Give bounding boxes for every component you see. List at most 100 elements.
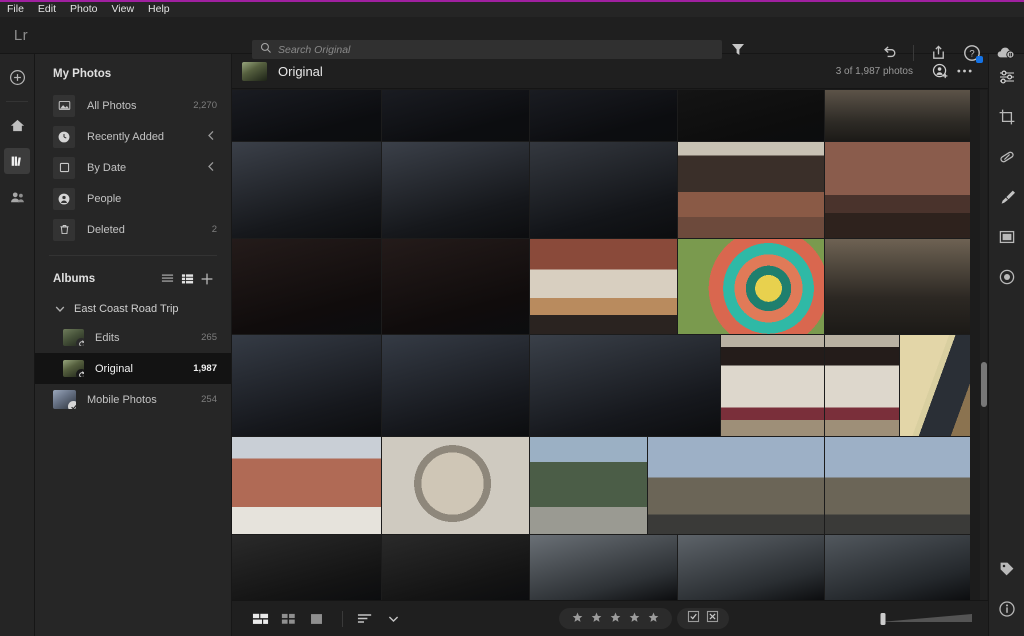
photo-cell[interactable] [825,335,899,436]
photo-cell[interactable] [530,535,677,600]
star-rating-1[interactable] [572,610,583,628]
scrollbar-thumb[interactable] [981,362,987,407]
photo-thumbnail-street-evening-people-2 [382,335,529,436]
album-count: 265 [201,332,217,343]
star-rating-4[interactable] [629,610,640,628]
sidebar-album-original[interactable]: Original 1,987 [35,353,231,384]
photo-thumbnail-street-evening-wide [530,335,720,436]
deleted-count: 2 [211,224,217,235]
undo-icon[interactable] [879,43,899,63]
photo-cell[interactable] [678,142,824,238]
flag-pick-icon[interactable] [687,610,700,628]
photo-cell[interactable] [382,142,529,238]
sidebar-item-all-photos[interactable]: All Photos 2,270 [35,90,231,121]
sidebar-item-recently-added[interactable]: Recently Added [35,121,231,152]
photo-cell[interactable] [678,239,824,334]
photo-cell[interactable] [530,437,647,534]
flag-reject-icon[interactable] [706,610,719,628]
photo-cell[interactable] [678,90,824,141]
album-label: Mobile Photos [87,393,157,406]
sidebar-item-deleted[interactable]: Deleted 2 [35,214,231,245]
photo-cell[interactable] [825,437,970,534]
photo-cell[interactable] [382,90,529,141]
share-icon[interactable] [928,43,948,63]
add-photos-icon[interactable] [4,64,30,90]
star-rating-3[interactable] [610,610,621,628]
photo-cell[interactable] [530,239,677,334]
list-view-icon[interactable] [157,270,177,288]
view-mode-single-icon[interactable] [304,608,328,630]
photo-cell[interactable] [232,535,381,600]
clock-icon [53,125,75,148]
albums-title: Albums [53,273,96,285]
photo-cell[interactable] [232,142,381,238]
photo-cell[interactable] [530,142,677,238]
photo-cell[interactable] [825,239,970,334]
crop-icon[interactable] [994,104,1020,130]
album-folder-east-coast-road-trip[interactable]: East Coast Road Trip [35,296,231,322]
sidebar-album-mobile-photos[interactable]: Mobile Photos 254 [35,384,231,415]
photo-cell[interactable] [382,239,529,334]
healing-brush-icon[interactable] [994,144,1020,170]
sidebar-album-edits[interactable]: Edits 265 [35,322,231,353]
menu-photo[interactable]: Photo [68,2,99,17]
photo-cell[interactable] [825,142,970,238]
photo-thumbnail-waterfront-trees [530,437,647,534]
photo-cell[interactable] [530,335,720,436]
add-album-icon[interactable] [197,270,217,288]
photo-cell[interactable] [382,335,529,436]
photo-cell[interactable] [232,239,381,334]
photo-cell[interactable] [232,90,381,141]
brush-icon[interactable] [994,184,1020,210]
album-label: Edits [95,331,120,344]
star-rating-filter[interactable] [558,608,672,629]
menu-view[interactable]: View [109,2,136,17]
star-rating-2[interactable] [591,610,602,628]
photo-cell[interactable] [825,535,970,600]
thumbnail-size-slider[interactable] [878,611,974,627]
menu-file[interactable]: File [5,2,26,17]
home-icon[interactable] [4,112,30,138]
search-input[interactable] [278,43,722,56]
photo-thumbnail-modern-building-sky-3 [825,535,970,600]
library-icon[interactable] [4,148,30,174]
photo-cell[interactable] [900,335,970,436]
photo-cell[interactable] [382,437,529,534]
chevron-down-icon[interactable] [55,300,65,318]
photo-cell[interactable] [678,535,824,600]
photo-cell[interactable] [825,90,970,141]
menu-edit[interactable]: Edit [36,2,58,17]
photo-cell[interactable] [721,335,824,436]
masking-icon[interactable] [994,224,1020,250]
flag-filter[interactable] [676,608,729,629]
photo-cell[interactable] [232,437,381,534]
lightroom-window: File Edit Photo View Help Lr ? [0,0,1024,636]
info-icon[interactable] [994,596,1020,622]
shared-people-icon[interactable] [4,184,30,210]
sidebar-item-by-date[interactable]: By Date [35,152,231,183]
sidebar-item-people[interactable]: People [35,183,231,214]
photo-cell[interactable] [382,535,529,600]
cloud-sync-paused-icon[interactable] [996,43,1016,63]
photo-cell[interactable] [232,335,381,436]
help-icon[interactable]: ? [962,43,983,63]
chevron-left-icon[interactable] [207,128,216,146]
grid-scrollbar[interactable] [980,90,987,600]
photo-cell[interactable] [530,90,677,141]
chevron-left-icon[interactable] [207,159,216,177]
content-header: Original 3 of 1,987 photos [232,54,988,89]
grid-view-icon[interactable] [177,270,197,288]
search-bar[interactable] [252,40,722,59]
photo-thumbnail-wine-bottle-label-2 [825,335,899,436]
chevron-down-icon[interactable] [381,608,405,630]
photo-grid-scroll[interactable] [232,90,988,600]
filter-icon[interactable] [730,41,748,59]
view-mode-grid-icon[interactable] [276,608,300,630]
keyword-tag-icon[interactable] [994,556,1020,582]
photo-cell[interactable] [648,437,824,534]
star-rating-5[interactable] [648,610,659,628]
menu-help[interactable]: Help [146,2,172,17]
view-mode-masonry-icon[interactable] [248,608,272,630]
radial-gradient-icon[interactable] [994,264,1020,290]
sort-icon[interactable] [353,608,377,630]
